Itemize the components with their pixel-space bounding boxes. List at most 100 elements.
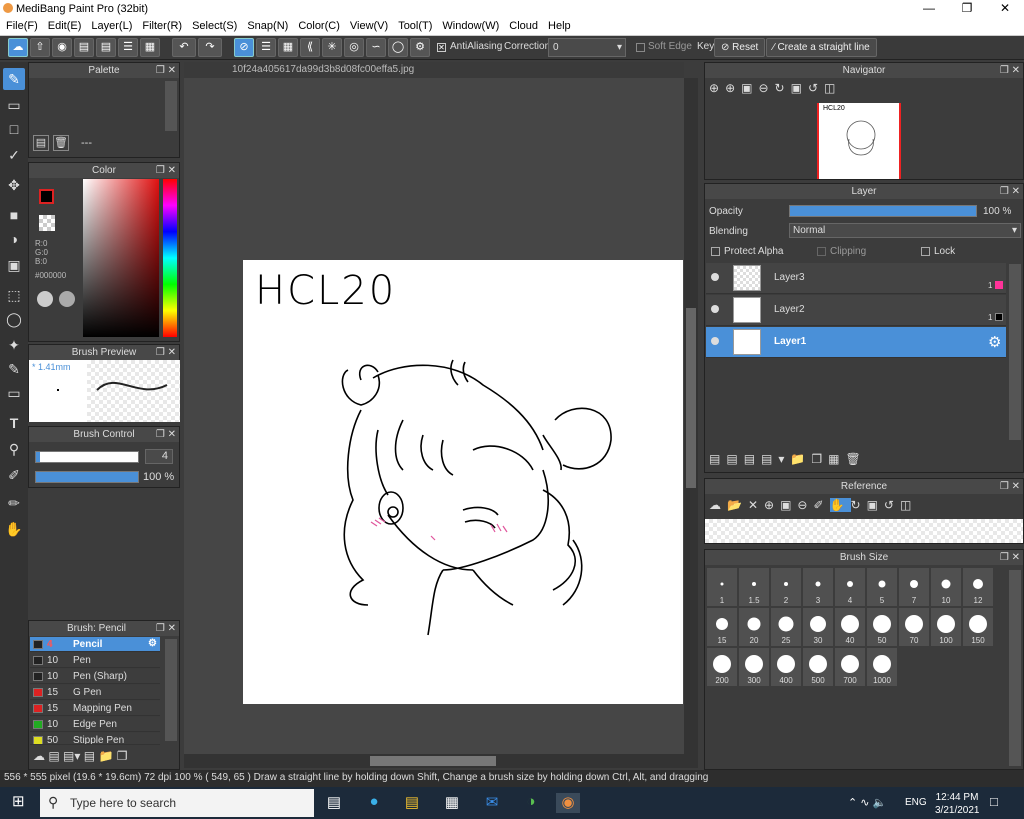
hue-slider[interactable] xyxy=(163,179,177,337)
brush-size-option[interactable]: 7 xyxy=(899,568,929,606)
reset-view-icon[interactable]: ↺ xyxy=(884,498,900,512)
panel-close-icon[interactable]: ❐ ✕ xyxy=(156,63,176,78)
snap-curve-icon[interactable]: ∽ xyxy=(366,38,386,57)
new-8bit-layer-icon[interactable]: ▤ xyxy=(744,452,761,466)
fill-rect-tool-icon[interactable]: ■ xyxy=(3,204,25,226)
reference-view[interactable] xyxy=(705,519,1023,543)
soft-edge-checkbox[interactable] xyxy=(636,43,645,52)
brush-item-edge-pen[interactable]: 10 Edge Pen xyxy=(30,717,160,732)
redo-icon[interactable]: ↷ xyxy=(198,38,222,57)
transparent-color-swatch[interactable] xyxy=(39,215,55,231)
eraser-tool-icon[interactable]: ▭ xyxy=(3,94,25,116)
brush-size-option[interactable]: 150 xyxy=(963,608,993,646)
fit-icon[interactable]: ▣ xyxy=(741,81,758,95)
brush-size-option[interactable]: 300 xyxy=(739,648,769,686)
panel-close-icon[interactable]: ❐ ✕ xyxy=(1000,550,1020,565)
menu-color[interactable]: Color(C) xyxy=(292,18,344,32)
palette-scrollbar[interactable] xyxy=(165,81,177,131)
magic-wand-tool-icon[interactable]: ✦ xyxy=(3,334,25,356)
store-icon[interactable]: ▦ xyxy=(440,793,464,813)
duplicate-icon[interactable]: ❐ xyxy=(117,749,128,763)
layer-folder-icon[interactable]: 📁 xyxy=(790,452,811,466)
zoom-out-icon[interactable]: ⊖ xyxy=(797,498,813,512)
panel-close-icon[interactable]: ❐ ✕ xyxy=(156,427,176,442)
brush-item-pen[interactable]: 10 Pen xyxy=(30,653,160,668)
flip-horizontal-icon[interactable]: ◫ xyxy=(900,498,917,512)
merge-layer-icon[interactable]: ▦ xyxy=(828,452,845,466)
brush-size-option[interactable]: 20 xyxy=(739,608,769,646)
snap-circle-icon[interactable]: ◎ xyxy=(344,38,364,57)
maximize-button[interactable]: ❐ xyxy=(948,0,986,18)
undo-icon[interactable]: ↶ xyxy=(172,38,196,57)
panel-close-icon[interactable]: ❐ ✕ xyxy=(156,621,176,636)
menu-layer[interactable]: Layer(L) xyxy=(85,18,136,32)
add-brush-icon[interactable]: ☁ xyxy=(33,749,45,763)
lasso-tool-icon[interactable]: ◯ xyxy=(3,308,25,330)
menu-file[interactable]: File(F) xyxy=(0,18,42,32)
delete-layer-icon[interactable]: 🗑 xyxy=(845,452,866,466)
layer-row-layer1[interactable]: Layer1 ⚙ xyxy=(706,327,1006,358)
mail-icon[interactable]: ✉ xyxy=(480,793,504,813)
menu-filter[interactable]: Filter(R) xyxy=(136,18,186,32)
task-view-icon[interactable]: ▤ xyxy=(322,793,346,813)
brush-size-option[interactable]: 200 xyxy=(707,648,737,686)
gear-icon[interactable]: ⚙ xyxy=(988,333,1001,351)
bucket-tool-icon[interactable]: ◑ xyxy=(3,228,25,250)
blending-select[interactable]: Normal ▾ xyxy=(789,223,1021,238)
taskbar-search[interactable]: ⚲ Type here to search xyxy=(40,789,314,817)
brush-size-slider[interactable] xyxy=(35,451,139,463)
move-tool-icon[interactable]: ✥ xyxy=(3,174,25,196)
edge-browser-icon[interactable]: ● xyxy=(362,793,386,813)
menu-snap[interactable]: Snap(N) xyxy=(241,18,292,32)
zoom-in-icon[interactable]: ⊕ xyxy=(725,81,741,95)
medibang-taskbar-icon[interactable]: ◑ xyxy=(519,793,543,813)
brush-tool-icon[interactable]: ✎ xyxy=(3,68,25,90)
medibang-pro-taskbar-icon[interactable]: ◉ xyxy=(556,793,580,813)
canvas-horizontal-scrollbar[interactable] xyxy=(184,754,698,768)
brush-size-option[interactable]: 5 xyxy=(867,568,897,606)
menu-window[interactable]: Window(W) xyxy=(436,18,503,32)
menu-edit[interactable]: Edit(E) xyxy=(42,18,86,32)
upload-icon[interactable]: ⇧ xyxy=(30,38,50,57)
eyedropper-icon[interactable]: ✐ xyxy=(813,498,829,512)
rotate-icon[interactable]: ↻ xyxy=(775,81,791,95)
new-palette-icon[interactable]: ▤ xyxy=(33,135,49,151)
straight-line-button[interactable]: ∕ Create a straight line xyxy=(766,38,877,57)
canvas-hscroll-thumb[interactable] xyxy=(370,756,496,766)
menu-select[interactable]: Select(S) xyxy=(186,18,241,32)
layer-opacity-slider[interactable] xyxy=(789,205,977,217)
flip-icon[interactable]: ▣ xyxy=(791,81,808,95)
brush-size-option[interactable]: 100 xyxy=(931,608,961,646)
clock[interactable]: 12:44 PM 3/21/2021 xyxy=(935,791,980,817)
canvas-vscroll-thumb[interactable] xyxy=(686,308,696,488)
panel-close-icon[interactable]: ❐ ✕ xyxy=(1000,184,1020,199)
navigator-thumbnail[interactable]: HCL20 xyxy=(817,103,901,179)
brush-size-option[interactable]: 50 xyxy=(867,608,897,646)
cloud-icon[interactable]: ☁ xyxy=(709,498,727,512)
zoom-in-icon[interactable]: ⊕ xyxy=(709,81,725,95)
cloud-icon[interactable]: ☁ xyxy=(8,38,28,57)
line-tool-icon[interactable]: ✓ xyxy=(3,144,25,166)
antialiasing-checkbox[interactable]: ✕ xyxy=(437,43,446,52)
gear-icon[interactable]: ⚙ xyxy=(148,638,157,649)
foreground-color-swatch[interactable] xyxy=(39,189,54,204)
list-icon[interactable]: ☰ xyxy=(118,38,138,57)
windows-start-icon[interactable]: ⊞ xyxy=(12,794,28,810)
comment-icon[interactable]: ◉ xyxy=(52,38,72,57)
brush-size-option[interactable]: 500 xyxy=(803,648,833,686)
brush-item-g-pen[interactable]: 15 G Pen xyxy=(30,685,160,700)
chat-icon[interactable]: ▤ xyxy=(74,38,94,57)
new-layer-icon[interactable]: ▤ xyxy=(709,452,726,466)
add-layer-menu-icon[interactable]: ▤▾ xyxy=(761,452,790,466)
drawing-canvas[interactable]: HCL20 xyxy=(243,260,683,704)
correction-select[interactable]: 0 ▾ xyxy=(548,38,626,57)
brush-copy-icon[interactable]: ▤ xyxy=(84,749,95,763)
hand-tool-icon[interactable]: ✋ xyxy=(3,518,25,540)
brush-size-option[interactable]: 12 xyxy=(963,568,993,606)
fit-icon[interactable]: ▣ xyxy=(780,498,797,512)
lock-checkbox[interactable] xyxy=(921,247,930,256)
brush-size-option[interactable]: 1000 xyxy=(867,648,897,686)
text-tool-icon[interactable]: T xyxy=(3,412,25,434)
layer-list-scrollbar[interactable] xyxy=(1009,264,1021,440)
gradient-tool-icon[interactable]: ▣ xyxy=(3,254,25,276)
